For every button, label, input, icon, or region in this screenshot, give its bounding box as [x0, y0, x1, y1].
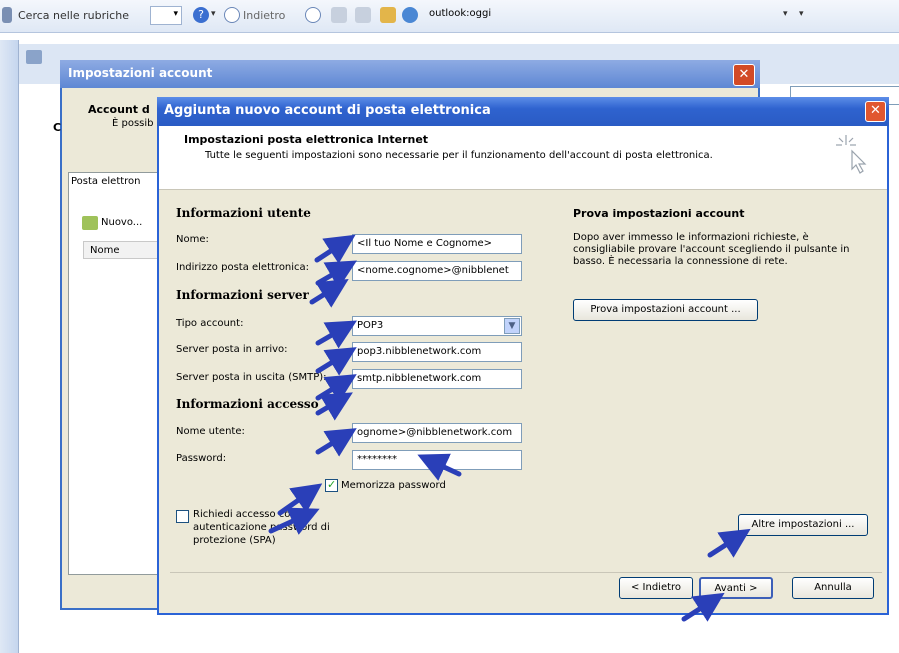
access-info-heading: Informazioni accesso — [176, 397, 319, 411]
password-field[interactable]: ******** — [352, 450, 522, 470]
account-settings-title: Impostazioni account — [68, 66, 213, 80]
account-settings-close-button[interactable]: ✕ — [733, 64, 755, 86]
address-dropdown-icon[interactable]: ▾ — [783, 9, 788, 19]
incoming-server-label: Server posta in arrivo: — [176, 344, 288, 355]
add-account-title: Aggiunta nuovo account di posta elettron… — [164, 103, 491, 118]
header-title: Impostazioni posta elettronica Internet — [184, 133, 429, 146]
password-label: Password: — [176, 453, 227, 464]
account-type-value: POP3 — [357, 320, 384, 331]
account-settings-header: Account d — [88, 103, 150, 116]
incoming-server-field[interactable]: pop3.nibblenetwork.com — [352, 342, 522, 362]
account-type-label: Tipo account: — [176, 318, 244, 329]
next-button[interactable]: Avanti > — [699, 577, 773, 599]
back-button[interactable]: < Indietro — [619, 577, 693, 599]
stop-icon[interactable] — [331, 7, 347, 23]
email-label: Indirizzo posta elettronica: — [176, 262, 310, 273]
server-info-heading: Informazioni server — [176, 288, 309, 302]
back-button-label[interactable]: Indietro — [243, 9, 285, 22]
email-field[interactable]: <nome.cognome>@nibblenet — [352, 261, 522, 281]
new-account-icon — [82, 216, 98, 230]
address-field[interactable]: outlook:oggi — [425, 6, 615, 25]
search-contacts-dropdown[interactable]: ▾ — [150, 6, 182, 25]
refresh-icon[interactable] — [355, 7, 371, 23]
account-type-select[interactable]: POP3 ▼ — [352, 316, 522, 336]
search-contacts-label[interactable]: Cerca nelle rubriche — [18, 9, 129, 22]
toolbar-options-icon[interactable]: ▾ — [799, 9, 804, 19]
tab-email[interactable]: Posta elettron — [68, 172, 168, 194]
outgoing-server-label: Server posta in uscita (SMTP): — [176, 372, 327, 383]
top-toolbar: Cerca nelle rubriche ▾ ? ▾ Indietro outl… — [0, 0, 899, 33]
spa-checkbox[interactable] — [176, 510, 189, 523]
add-account-close-button[interactable]: ✕ — [865, 101, 886, 122]
test-settings-heading: Prova impostazioni account — [573, 207, 745, 220]
back-arrow-icon[interactable] — [224, 7, 240, 23]
footer-divider — [170, 572, 882, 573]
remember-password-checkbox[interactable]: ✓ — [325, 478, 338, 492]
name-label: Nome: — [176, 234, 209, 245]
column-header-name[interactable]: Nome — [83, 241, 163, 259]
test-account-settings-button[interactable]: Prova impostazioni account ... — [573, 299, 758, 321]
more-settings-button[interactable]: Altre impostazioni ... — [738, 514, 868, 536]
home-icon[interactable] — [380, 7, 396, 23]
outgoing-server-field[interactable]: smtp.nibblenetwork.com — [352, 369, 522, 389]
address-value: outlook:oggi — [429, 8, 492, 19]
header-subtitle: Tutte le seguenti impostazioni sono nece… — [205, 150, 713, 161]
select-chevron-icon[interactable]: ▼ — [504, 318, 520, 334]
dropdown-arrow-icon[interactable]: ▾ — [211, 9, 216, 19]
checkmark-icon: ✓ — [327, 478, 337, 491]
forward-arrow-icon[interactable] — [305, 7, 321, 23]
navigation-pane-strip[interactable] — [0, 40, 19, 653]
web-search-icon[interactable] — [402, 7, 418, 23]
new-account-button[interactable]: Nuovo... — [101, 217, 142, 228]
address-book-icon[interactable] — [2, 7, 12, 23]
outlook-today-icon — [26, 50, 42, 64]
account-settings-left-letter: C — [53, 121, 62, 134]
help-icon[interactable]: ? — [193, 7, 209, 23]
account-settings-subheader: È possib — [112, 118, 154, 129]
user-info-heading: Informazioni utente — [176, 206, 311, 220]
username-label: Nome utente: — [176, 426, 245, 437]
spa-label[interactable]: Richiedi accesso con autenticazione pass… — [193, 508, 373, 547]
remember-password-label[interactable]: Memorizza password — [341, 480, 446, 491]
name-field[interactable]: <Il tuo Nome e Cognome> — [352, 234, 522, 254]
cursor-sparkle-icon — [836, 135, 867, 174]
username-field[interactable]: ognome>@nibblenetwork.com — [352, 423, 522, 443]
cancel-button[interactable]: Annulla — [792, 577, 874, 599]
test-settings-description: Dopo aver immesso le informazioni richie… — [573, 232, 850, 267]
